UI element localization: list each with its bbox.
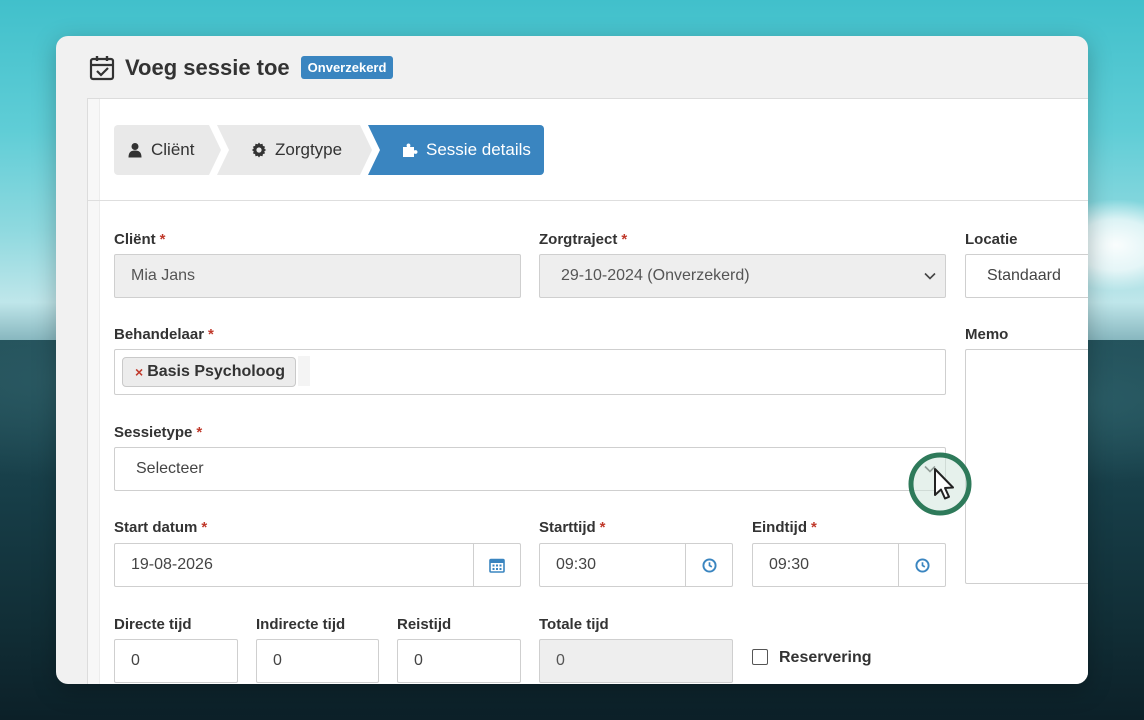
tag-remove-icon[interactable]: ×: [135, 364, 143, 380]
add-session-dialog: Voeg sessie toe Onverzekerd Cliënt Zorgt…: [56, 36, 1088, 684]
memo-textarea[interactable]: [965, 349, 1088, 584]
client-field[interactable]: Mia Jans: [114, 254, 521, 298]
sessietype-value: Selecteer: [136, 460, 204, 477]
user-icon: [128, 143, 142, 158]
wizard-step-label: Zorgtype: [275, 140, 343, 159]
starttijd-value: 09:30: [556, 556, 597, 573]
card-left-strip: [88, 99, 100, 684]
wizard-steps: Cliënt Zorgtype Sessie details: [114, 125, 544, 175]
zorgtraject-select[interactable]: 29-10-2024 (Onverzekerd): [539, 254, 946, 298]
wizard-step-label: Sessie details: [426, 140, 531, 159]
starttijd-timepicker-button[interactable]: [685, 544, 732, 586]
directe-tijd-input[interactable]: 0: [114, 639, 238, 683]
behandelaar-tag: × Basis Psycholoog: [122, 357, 297, 387]
start-datum-label: Start datum *: [114, 519, 208, 536]
eindtijd-timepicker-button[interactable]: [898, 544, 945, 586]
behandelaar-multiselect[interactable]: × Basis Psycholoog: [114, 349, 946, 395]
calendar-check-icon: [89, 55, 115, 80]
eindtijd-label: Eindtijd *: [752, 519, 817, 536]
starttijd-label: Starttijd *: [539, 519, 606, 536]
mouse-cursor-icon: [908, 452, 972, 516]
locatie-select[interactable]: Standaard: [965, 254, 1088, 298]
start-datum-value: 19-08-2026: [131, 556, 213, 573]
start-datum-input[interactable]: 19-08-2026: [114, 543, 521, 587]
totale-tijd-label: Totale tijd: [539, 616, 609, 633]
zorgtraject-value: 29-10-2024 (Onverzekerd): [561, 267, 750, 284]
starttijd-input[interactable]: 09:30: [539, 543, 733, 587]
wizard-divider: [88, 200, 1088, 201]
wizard-step-client[interactable]: Cliënt: [114, 125, 221, 175]
wizard-step-session-details[interactable]: Sessie details: [368, 125, 544, 175]
behandelaar-tag-label: Basis Psycholoog: [147, 363, 286, 380]
insurance-status-badge: Onverzekerd: [300, 56, 394, 79]
dialog-title: Voeg sessie toe: [125, 54, 290, 80]
reservering-label[interactable]: Reservering: [779, 649, 872, 667]
indirecte-tijd-input[interactable]: 0: [256, 639, 379, 683]
totale-tijd-field: 0: [539, 639, 733, 683]
reistijd-input[interactable]: 0: [397, 639, 521, 683]
wizard-step-zorgtype[interactable]: Zorgtype: [217, 125, 372, 175]
client-label: Cliënt *: [114, 231, 166, 248]
eindtijd-value: 09:30: [769, 556, 810, 573]
gear-icon: [251, 142, 267, 158]
indirecte-tijd-label: Indirecte tijd: [256, 616, 346, 633]
puzzle-icon: [403, 143, 418, 157]
directe-tijd-label: Directe tijd: [114, 616, 192, 633]
form-card: Cliënt Zorgtype Sessie details Cliënt*: [87, 98, 1088, 684]
sessietype-select[interactable]: Selecteer: [114, 447, 946, 491]
memo-label: Memo: [965, 326, 1009, 343]
behandelaar-label: Behandelaar *: [114, 326, 214, 343]
zorgtraject-label: Zorgtraject *: [539, 231, 628, 248]
sessietype-label: Sessietype *: [114, 424, 203, 441]
eindtijd-input[interactable]: 09:30: [752, 543, 946, 587]
multiselect-search-input[interactable]: [298, 356, 310, 386]
clock-icon: [914, 557, 930, 573]
calendar-icon: [489, 558, 505, 573]
chevron-down-icon: [924, 272, 936, 280]
dialog-header: Voeg sessie toe Onverzekerd: [56, 36, 1088, 99]
wizard-step-label: Cliënt: [151, 140, 195, 159]
clock-icon: [701, 557, 717, 573]
reistijd-label: Reistijd: [397, 616, 452, 633]
locatie-label: Locatie: [965, 231, 1018, 248]
datepicker-button[interactable]: [473, 544, 520, 586]
reservering-checkbox[interactable]: [752, 649, 768, 665]
